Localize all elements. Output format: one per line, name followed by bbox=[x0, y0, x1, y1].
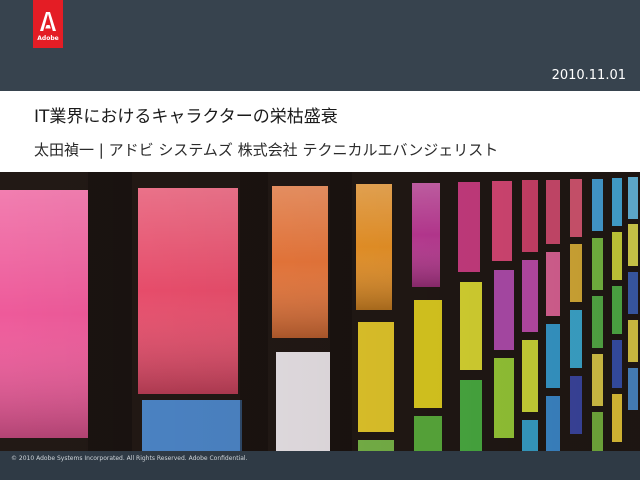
slide-subtitle: 太田禎一 | アドビ システムズ 株式会社 テクニカルエバンジェリスト bbox=[34, 141, 499, 159]
colored-glass-wall-photo bbox=[0, 172, 640, 451]
presentation-date: 2010.11.01 bbox=[551, 68, 626, 83]
logo-wordmark: Adobe bbox=[37, 35, 59, 42]
adobe-logo: Adobe bbox=[33, 0, 63, 48]
copyright-notice: © 2010 Adobe Systems Incorporated. All R… bbox=[11, 455, 248, 462]
slide-header bbox=[0, 0, 640, 91]
slide-title: IT業界におけるキャラクターの栄枯盛衰 bbox=[34, 107, 338, 127]
adobe-a-icon bbox=[40, 12, 56, 31]
